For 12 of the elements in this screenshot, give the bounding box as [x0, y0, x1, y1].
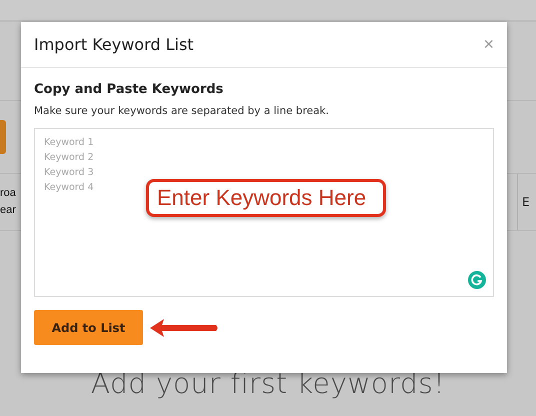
section-heading: Copy and Paste Keywords: [34, 82, 224, 97]
column-header: E: [522, 195, 530, 209]
dialog-title: Import Keyword List: [34, 35, 194, 54]
g-icon[interactable]: [468, 271, 486, 289]
hint-text: Make sure your keywords are separated by a line break.: [34, 105, 330, 117]
arrow-icon: [148, 316, 220, 338]
callout-label: Enter Keywords Here: [146, 179, 386, 217]
add-to-list-button[interactable]: Add to List: [34, 310, 143, 345]
button-edge: [0, 120, 6, 154]
column-header: ear: [0, 203, 16, 218]
empty-message: Add your first keywords!: [90, 367, 446, 400]
column-header: roa: [0, 186, 16, 201]
